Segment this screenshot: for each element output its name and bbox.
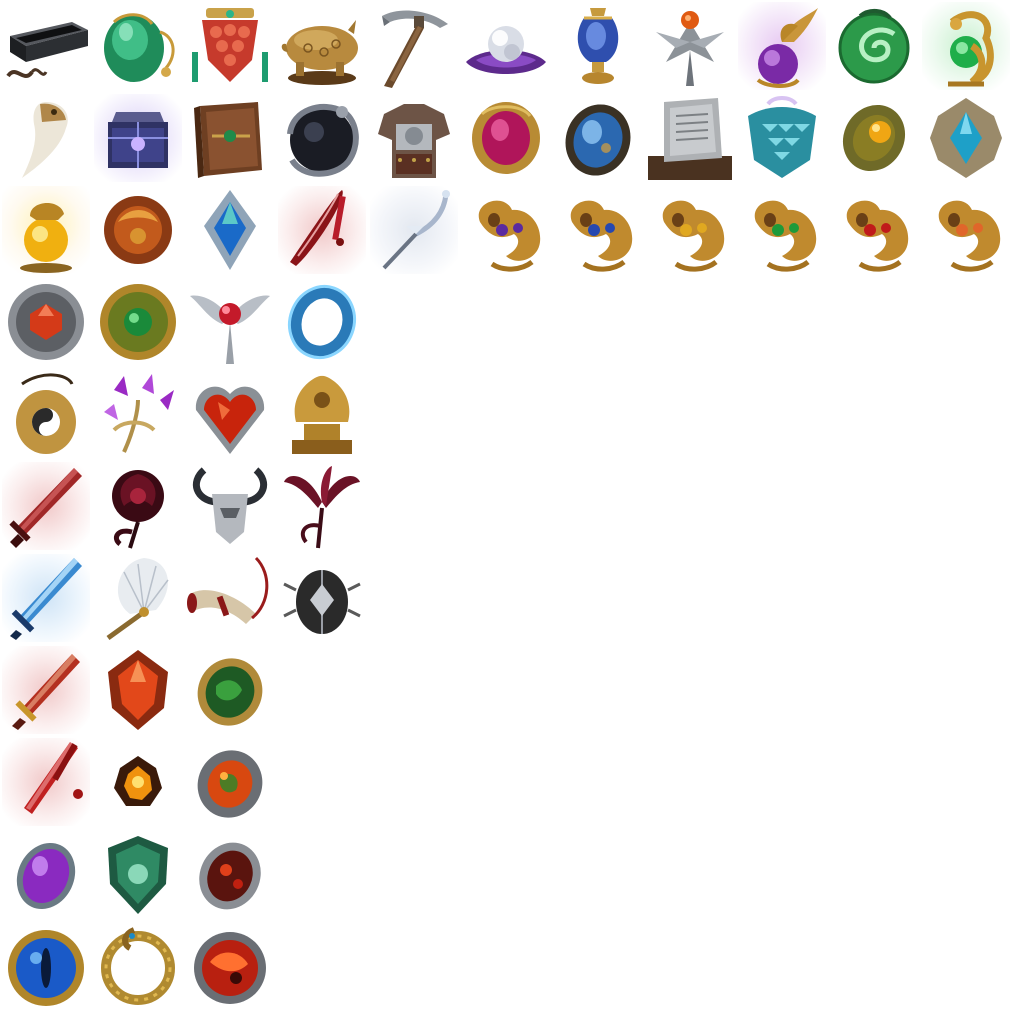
ruby-brooch-icon[interactable] [462,94,550,182]
brown-book-icon[interactable] [186,94,274,182]
lava-amulet-icon[interactable] [186,738,274,826]
black-rose-icon[interactable] [94,462,182,550]
ember-brooch-icon[interactable] [186,830,274,918]
blue-ring-icon[interactable] [278,278,366,366]
icon-sheet [0,0,1024,1024]
fire-shard-icon[interactable] [94,738,182,826]
war-horn-icon[interactable] [186,554,274,642]
yinyang-pendant-icon[interactable] [2,370,90,458]
magma-sphere-icon[interactable] [186,922,274,1010]
stone-tablet-icon[interactable] [646,94,734,182]
silver-leaf-icon[interactable] [646,2,734,90]
frost-staff-icon[interactable] [370,186,458,274]
pearl-icon[interactable] [462,2,550,90]
ruby-medallion-icon[interactable] [2,278,90,366]
beast-purple-icon[interactable] [462,186,550,274]
red-lantern-icon[interactable] [186,2,274,90]
ouroboros-icon[interactable] [94,922,182,1010]
beast-orange-icon[interactable] [922,186,1010,274]
blue-crystal-icon[interactable] [186,186,274,274]
blood-dagger-icon[interactable] [2,646,90,734]
dragon-eye-icon[interactable] [2,922,90,1010]
beast-blue-icon[interactable] [554,186,642,274]
jade-gourd-icon[interactable] [94,2,182,90]
heart-gem-icon[interactable] [186,370,274,458]
black-box-icon[interactable] [2,2,90,90]
winged-ruby-icon[interactable] [186,278,274,366]
golden-idol-icon[interactable] [278,370,366,458]
crystal-flower-icon[interactable] [94,370,182,458]
beast-gold-icon[interactable] [646,186,734,274]
dark-lily-icon[interactable] [278,462,366,550]
fang-icon[interactable] [2,94,90,182]
red-tassel-sword-icon[interactable] [2,738,90,826]
phoenix-orb-icon[interactable] [738,2,826,90]
scarab-icon[interactable] [278,554,366,642]
golden-dragon-orb-icon[interactable] [922,2,1010,90]
pickaxe-icon[interactable] [370,2,458,90]
tiger-orb-icon[interactable] [2,186,90,274]
horned-helm-icon[interactable] [186,462,274,550]
dragon-sphere-icon[interactable] [278,94,366,182]
feather-fan-icon[interactable] [94,554,182,642]
ice-sword-icon[interactable] [2,554,90,642]
jade-shield-icon[interactable] [94,830,182,918]
aqua-gem-icon[interactable] [922,94,1010,182]
bronze-sphere-icon[interactable] [94,186,182,274]
jade-spiral-icon[interactable] [830,2,918,90]
purple-chest-icon[interactable] [94,94,182,182]
blue-urn-icon[interactable] [554,2,642,90]
golden-pig-icon[interactable] [278,2,366,90]
beast-red-icon[interactable] [830,186,918,274]
moss-stone-icon[interactable] [186,646,274,734]
beast-green-icon[interactable] [738,186,826,274]
red-blade-icon[interactable] [278,186,366,274]
violet-egg-icon[interactable] [2,830,90,918]
flame-gem-icon[interactable] [94,646,182,734]
armor-icon[interactable] [370,94,458,182]
opal-brooch-icon[interactable] [554,94,642,182]
amber-ring-icon[interactable] [830,94,918,182]
crimson-sword-icon[interactable] [2,462,90,550]
scale-ornament-icon[interactable] [738,94,826,182]
emerald-medallion-icon[interactable] [94,278,182,366]
